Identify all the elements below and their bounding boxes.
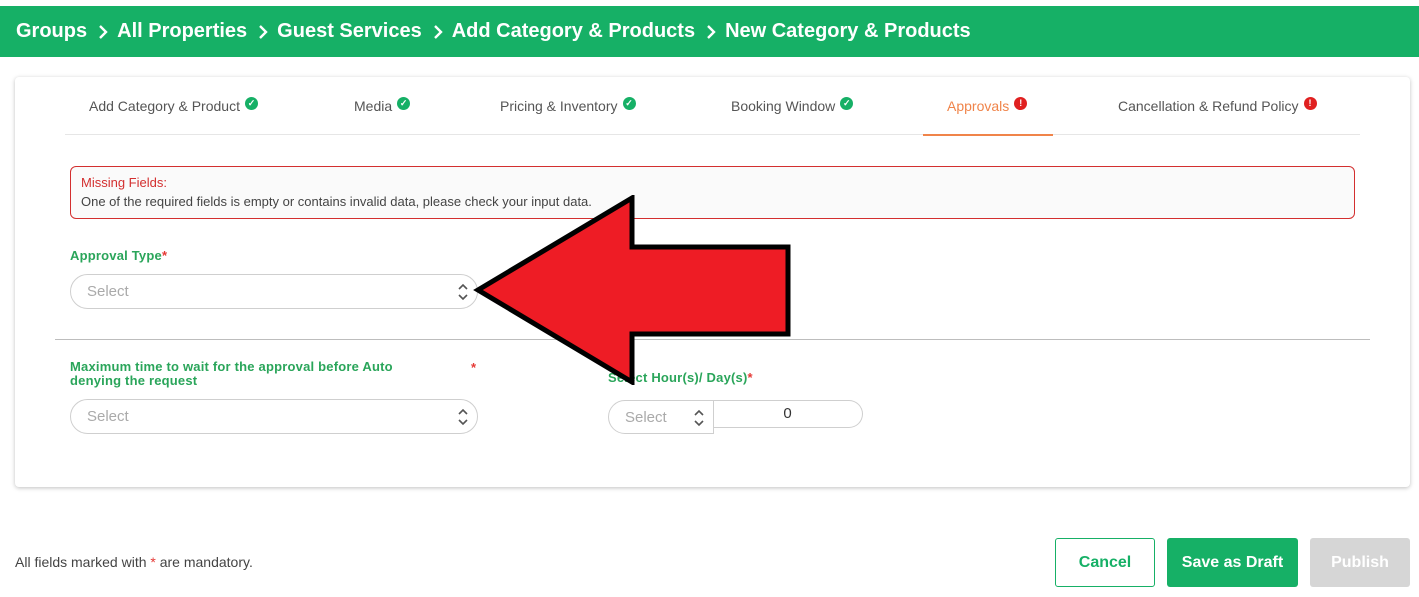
exclamation-circle-icon: !: [1014, 96, 1028, 110]
check-circle-icon: ✓: [244, 96, 258, 110]
breadcrumb-item-guest-services[interactable]: Guest Services: [277, 20, 422, 43]
tab-label: Approvals: [947, 98, 1010, 114]
max-wait-label: Maximum time to wait for the approval be…: [70, 359, 393, 388]
breadcrumb-item-add-category-products[interactable]: Add Category & Products: [452, 20, 695, 43]
save-as-draft-button[interactable]: Save as Draft: [1167, 538, 1298, 587]
step-tabs: Add Category & Product ✓ Media ✓ Pricing…: [65, 77, 1360, 136]
tab-label: Booking Window: [731, 98, 836, 114]
select-placeholder: Select: [87, 283, 129, 300]
approval-type-select[interactable]: Select: [70, 274, 478, 309]
hours-days-value-input[interactable]: 0: [713, 400, 863, 428]
check-circle-icon: ✓: [840, 96, 854, 110]
publish-button[interactable]: Publish: [1310, 538, 1410, 587]
select-placeholder: Select: [87, 408, 129, 425]
breadcrumb-item-groups[interactable]: Groups: [16, 20, 87, 43]
tab-cancellation-refund-policy[interactable]: Cancellation & Refund Policy !: [1118, 77, 1317, 135]
check-circle-icon: ✓: [622, 96, 636, 110]
approval-type-label: Approval Type*: [70, 248, 168, 263]
select-placeholder: Select: [625, 408, 667, 426]
chevron-right-icon: [705, 24, 717, 39]
tab-label: Media: [354, 98, 393, 114]
annotation-arrow: [473, 195, 791, 385]
required-mark: *: [161, 248, 168, 263]
tab-media[interactable]: Media ✓: [354, 77, 411, 135]
chevron-right-icon: [97, 24, 109, 39]
exclamation-circle-icon: !: [1303, 96, 1317, 110]
mandatory-note: All fields marked with * are mandatory.: [15, 554, 253, 570]
tab-booking-window[interactable]: Booking Window ✓: [731, 77, 854, 135]
breadcrumb-item-all-properties[interactable]: All Properties: [117, 20, 247, 43]
tab-approvals[interactable]: Approvals !: [922, 77, 1054, 136]
chevron-right-icon: [432, 24, 444, 39]
tab-label: Pricing & Inventory: [500, 98, 618, 114]
breadcrumb-item-current: New Category & Products: [725, 20, 971, 42]
tab-add-category-product[interactable]: Add Category & Product ✓: [89, 77, 258, 135]
check-circle-icon: ✓: [397, 96, 411, 110]
chevron-up-down-icon: [458, 408, 468, 426]
tab-pricing-inventory[interactable]: Pricing & Inventory ✓: [500, 77, 636, 135]
max-wait-select[interactable]: Select: [70, 399, 478, 434]
alert-title: Missing Fields:: [81, 175, 167, 190]
breadcrumb: Groups All Properties Guest Services Add…: [0, 6, 1419, 57]
hours-days-unit-select[interactable]: Select: [608, 400, 714, 434]
chevron-up-down-icon: [694, 409, 704, 427]
tab-label: Cancellation & Refund Policy: [1118, 98, 1299, 114]
chevron-up-down-icon: [458, 283, 468, 301]
cancel-button[interactable]: Cancel: [1055, 538, 1155, 587]
chevron-right-icon: [257, 24, 269, 39]
tab-label: Add Category & Product: [89, 98, 240, 114]
